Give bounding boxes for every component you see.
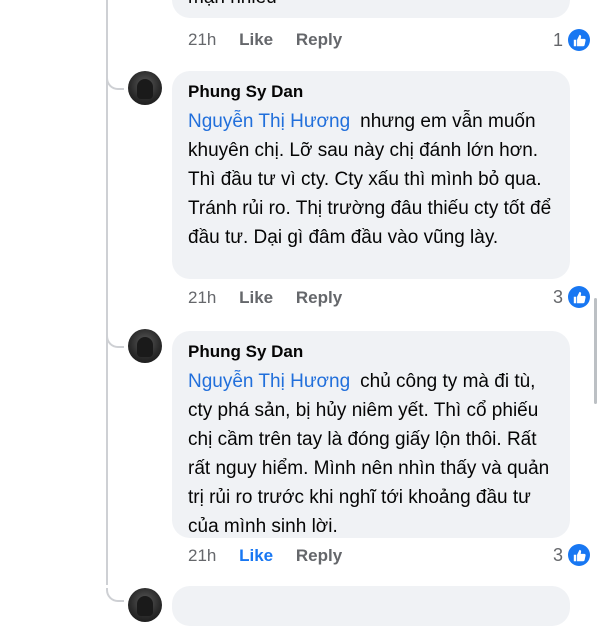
comment-author[interactable]: Phung Sy Dan — [188, 81, 556, 103]
comment-text: Nguyễn Thị Hương nhưng em vẫn muốn khuyên… — [188, 107, 556, 252]
comment-bubble-partial — [172, 586, 570, 626]
mention-link[interactable]: Nguyễn Thị Hương — [188, 111, 350, 132]
comment-actions: 21h Like Reply — [188, 287, 360, 309]
thumbs-up-icon — [568, 29, 590, 51]
scrollbar[interactable] — [594, 298, 597, 404]
like-button[interactable]: Like — [239, 288, 273, 307]
avatar[interactable] — [128, 71, 162, 105]
reply-button[interactable]: Reply — [296, 546, 342, 565]
reaction-summary[interactable]: 3 — [553, 543, 590, 567]
reaction-count: 1 — [552, 29, 563, 50]
avatar[interactable] — [128, 588, 162, 622]
reply-button[interactable]: Reply — [296, 288, 342, 307]
reaction-count: 3 — [552, 544, 563, 565]
comment-actions: 21h Like Reply — [188, 29, 360, 51]
comment-bubble: Phung Sy Dan Nguyễn Thị Hương chủ công ty… — [172, 331, 570, 538]
comment-text-partial: mặn nhiều — [188, 0, 277, 10]
mention-link[interactable]: Nguyễn Thị Hương — [188, 371, 350, 392]
comment-actions: 21h Like Reply — [188, 545, 360, 567]
comment-time: 21h — [188, 288, 217, 307]
thread-line — [106, 0, 108, 585]
reaction-summary[interactable]: 3 — [553, 285, 590, 309]
avatar[interactable] — [128, 329, 162, 363]
comment-bubble: Phung Sy Dan Nguyễn Thị Hương nhưng em vẫ… — [172, 71, 570, 279]
thread-elbow — [106, 76, 124, 90]
thread-elbow — [106, 334, 124, 348]
reply-button[interactable]: Reply — [296, 30, 342, 49]
like-button[interactable]: Like — [239, 546, 273, 565]
comment-time: 21h — [188, 30, 217, 49]
reaction-count: 3 — [552, 286, 563, 307]
reaction-summary[interactable]: 1 — [553, 28, 590, 52]
thumbs-up-icon — [568, 286, 590, 308]
comment-author[interactable]: Phung Sy Dan — [188, 341, 556, 363]
comment-text: Nguyễn Thị Hương chủ công ty mà đi tù, ct… — [188, 367, 556, 541]
thumbs-up-icon — [568, 544, 590, 566]
comment-message: chủ công ty mà đi tù, cty phá sản, bị hủ… — [188, 371, 550, 537]
comment-time: 21h — [188, 546, 217, 565]
like-button[interactable]: Like — [239, 30, 273, 49]
